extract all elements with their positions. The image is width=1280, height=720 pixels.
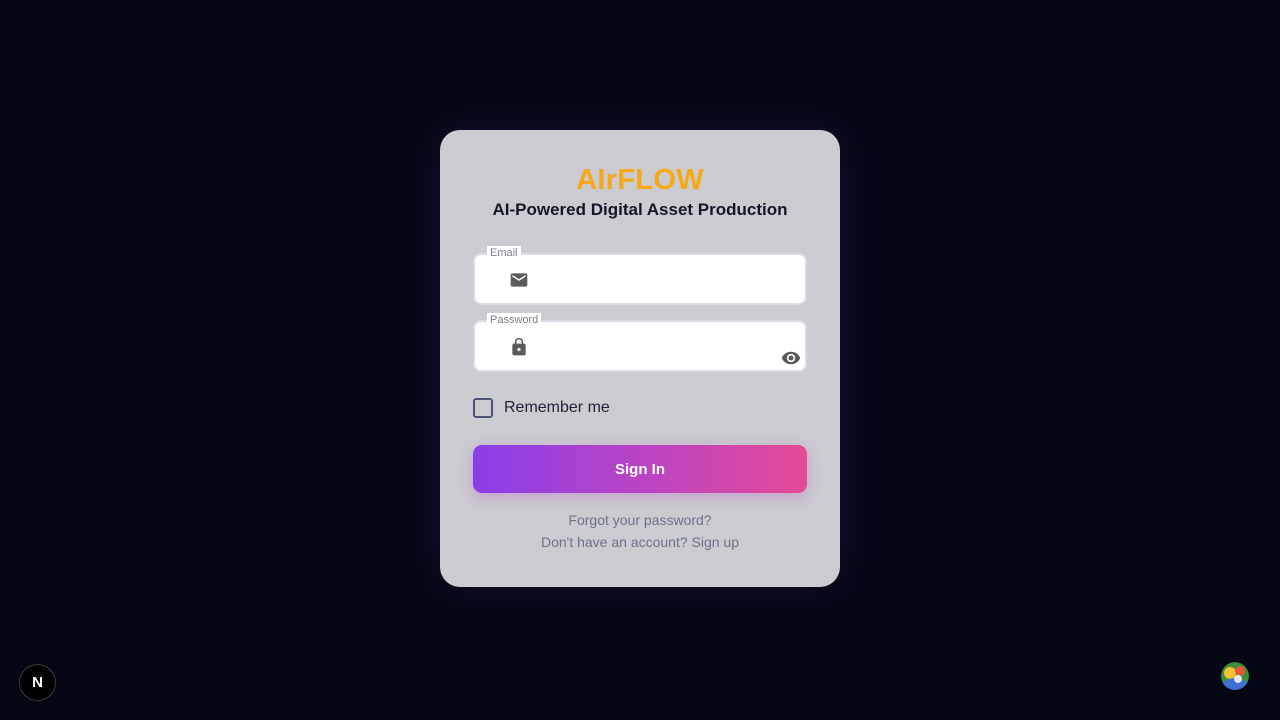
login-page: AIrFLOW AI-Powered Digital Asset Product… [0, 0, 1280, 720]
avatar-icon[interactable] [1221, 662, 1249, 690]
email-label: Email [487, 246, 521, 260]
remember-checkbox[interactable] [473, 398, 493, 418]
sign-up-link[interactable]: Don't have an account? Sign up [440, 534, 840, 550]
brand-title: AIrFLOW [576, 164, 704, 196]
nextjs-badge-label: N [32, 674, 43, 691]
remember-label: Remember me [504, 399, 610, 416]
sign-in-button[interactable]: Sign In [473, 445, 807, 493]
forgot-password-link[interactable]: Forgot your password? [440, 512, 840, 528]
remember-me[interactable]: Remember me [473, 398, 610, 418]
password-input[interactable] [539, 330, 765, 364]
lock-icon [512, 337, 526, 356]
login-card: AIrFLOW AI-Powered Digital Asset Product… [440, 130, 840, 587]
brand-subtitle: AI-Powered Digital Asset Production [492, 200, 788, 219]
password-label: Password [487, 313, 542, 327]
eye-icon[interactable] [781, 350, 801, 366]
nextjs-dev-badge[interactable]: N [19, 664, 56, 701]
password-field[interactable]: Password [473, 313, 807, 372]
email-input[interactable] [539, 263, 765, 297]
mail-icon [510, 273, 528, 287]
email-field[interactable]: Email [473, 246, 807, 305]
